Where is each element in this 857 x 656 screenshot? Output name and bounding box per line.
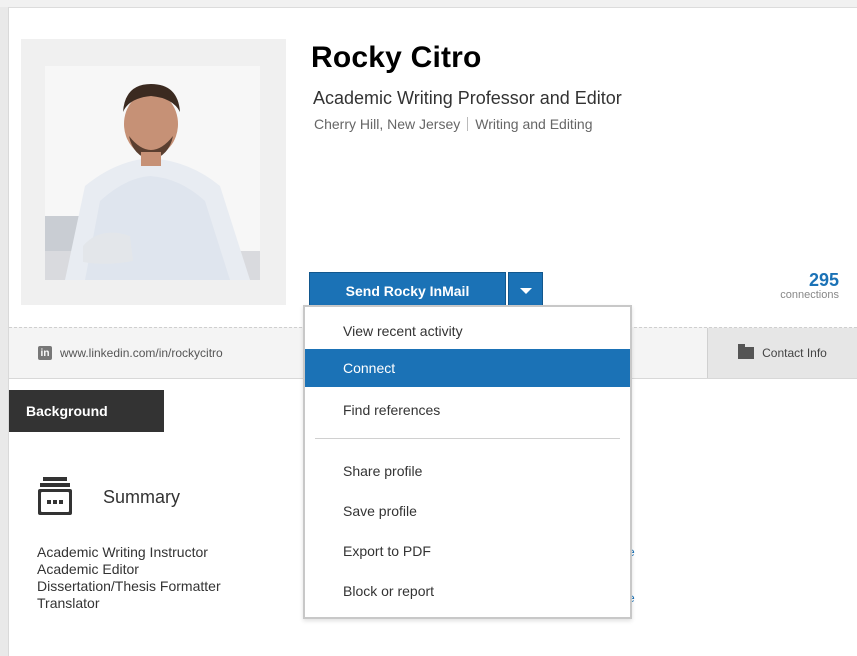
contact-info-label: Contact Info: [762, 346, 827, 360]
public-profile-url-text[interactable]: www.linkedin.com/in/rockycitro: [60, 346, 223, 360]
more-actions-menu: View recent activity Connect Find refere…: [303, 305, 632, 619]
menu-divider: [315, 438, 620, 439]
public-profile-url: in www.linkedin.com/in/rockycitro: [38, 346, 223, 360]
menu-item-view-recent-activity[interactable]: View recent activity: [305, 312, 630, 350]
summary-title: Summary: [103, 486, 181, 507]
summary-line: Academic Editor: [37, 561, 139, 577]
profile-card: Rocky Citro Academic Writing Professor a…: [9, 8, 857, 328]
menu-item-share-profile[interactable]: Share profile: [305, 452, 630, 490]
summary-folder-icon: [37, 475, 73, 519]
top-rule: [0, 0, 857, 8]
summary-text: Academic Writing Instructor Academic Edi…: [37, 544, 221, 612]
linkedin-icon: in: [38, 346, 52, 360]
menu-item-export-to-pdf[interactable]: Export to PDF: [305, 532, 630, 570]
contact-card-icon: [738, 344, 755, 359]
contact-info-button[interactable]: Contact Info: [707, 328, 857, 378]
summary-line: Translator: [37, 595, 100, 611]
chevron-down-icon: [519, 288, 532, 294]
connections-count-block: 295 connections: [780, 270, 839, 301]
summary-line: Dissertation/Thesis Formatter: [37, 578, 221, 594]
summary-header: Summary: [37, 475, 180, 519]
meta-separator: [467, 117, 469, 131]
menu-item-connect[interactable]: Connect: [305, 349, 630, 387]
connections-label: connections: [780, 289, 839, 301]
profile-name: Rocky Citro: [311, 41, 482, 74]
summary-line: Academic Writing Instructor: [37, 544, 208, 560]
profile-headline: Academic Writing Professor and Editor: [313, 88, 622, 108]
background-tab[interactable]: Background: [9, 390, 164, 432]
profile-photo[interactable]: [45, 66, 260, 280]
menu-item-find-references[interactable]: Find references: [305, 391, 630, 429]
menu-item-save-profile[interactable]: Save profile: [305, 492, 630, 530]
connections-count[interactable]: 295: [780, 270, 839, 291]
profile-location[interactable]: Cherry Hill, New Jersey: [314, 116, 460, 132]
profile-meta: Cherry Hill, New Jersey Writing and Editi…: [314, 116, 593, 132]
profile-photo-frame: [21, 39, 286, 305]
menu-item-block-or-report[interactable]: Block or report: [305, 572, 630, 610]
profile-industry[interactable]: Writing and Editing: [475, 116, 592, 132]
left-rule: [0, 7, 9, 656]
